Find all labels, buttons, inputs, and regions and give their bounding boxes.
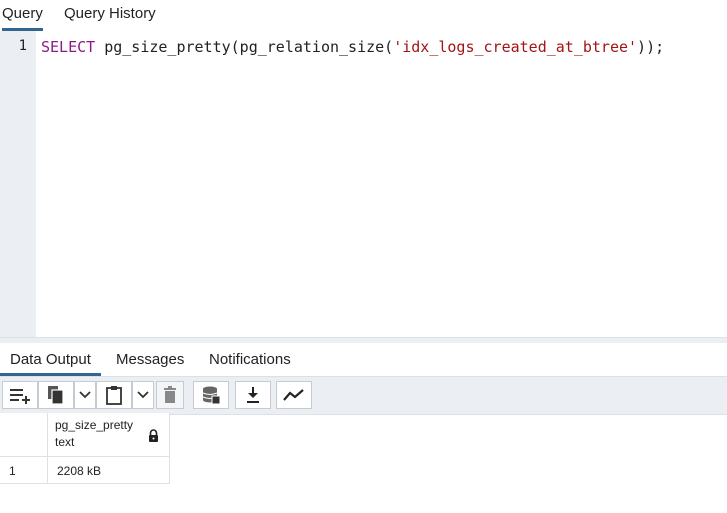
- graph-visualiser-button[interactable]: [276, 381, 312, 409]
- paste-options-dropdown[interactable]: [132, 381, 154, 409]
- grid-corner: [0, 413, 48, 457]
- grid-cell[interactable]: 2208 kB: [48, 457, 170, 484]
- sql-editor[interactable]: 1 SELECT pg_size_pretty(pg_relation_size…: [0, 31, 727, 337]
- delete-button[interactable]: [156, 381, 184, 409]
- tab-notifications[interactable]: Notifications: [209, 349, 291, 371]
- copy-button[interactable]: [38, 381, 74, 409]
- paste-button[interactable]: [96, 381, 132, 409]
- table-row[interactable]: 1: [0, 457, 48, 484]
- paste-icon: [106, 386, 122, 405]
- copy-options-dropdown[interactable]: [74, 381, 96, 409]
- editor-tabs: Query Query History: [0, 0, 727, 31]
- column-type: text: [55, 435, 75, 449]
- graph-icon: [283, 389, 304, 401]
- lock-icon: [149, 429, 158, 442]
- tab-query-history[interactable]: Query History: [64, 0, 156, 28]
- sql-keyword: SELECT: [41, 38, 96, 56]
- column-header[interactable]: pg_size_pretty text: [48, 413, 170, 457]
- line-gutter: 1: [0, 31, 36, 337]
- chevron-down-icon: [137, 391, 149, 399]
- code-line[interactable]: SELECT pg_size_pretty(pg_relation_size('…: [41, 38, 664, 56]
- copy-icon: [48, 386, 64, 405]
- sql-closing: ));: [637, 38, 665, 56]
- tab-query[interactable]: Query: [2, 0, 43, 31]
- chevron-down-icon: [79, 391, 91, 399]
- tab-data-output[interactable]: Data Output: [0, 349, 101, 376]
- tab-messages[interactable]: Messages: [116, 349, 184, 371]
- add-row-button[interactable]: [2, 381, 38, 409]
- add-row-icon: [10, 389, 30, 404]
- download-icon: [247, 387, 259, 403]
- download-button[interactable]: [235, 381, 271, 409]
- save-data-icon: [202, 386, 221, 405]
- column-name: pg_size_pretty: [55, 418, 134, 432]
- line-number: 1: [18, 38, 27, 54]
- save-data-button[interactable]: [193, 381, 229, 409]
- data-output-toolbar: [0, 376, 727, 415]
- cell-value: 2208 kB: [57, 464, 102, 478]
- sql-function-call: pg_size_pretty(pg_relation_size(: [95, 38, 394, 56]
- row-number: 1: [9, 464, 16, 478]
- query-tool: Query Query History 1 SELECT pg_size_pre…: [0, 0, 727, 513]
- output-tabs: Data Output Messages Notifications: [0, 343, 727, 376]
- sql-string-literal: 'idx_logs_created_at_btree': [393, 38, 638, 56]
- delete-icon: [164, 386, 176, 403]
